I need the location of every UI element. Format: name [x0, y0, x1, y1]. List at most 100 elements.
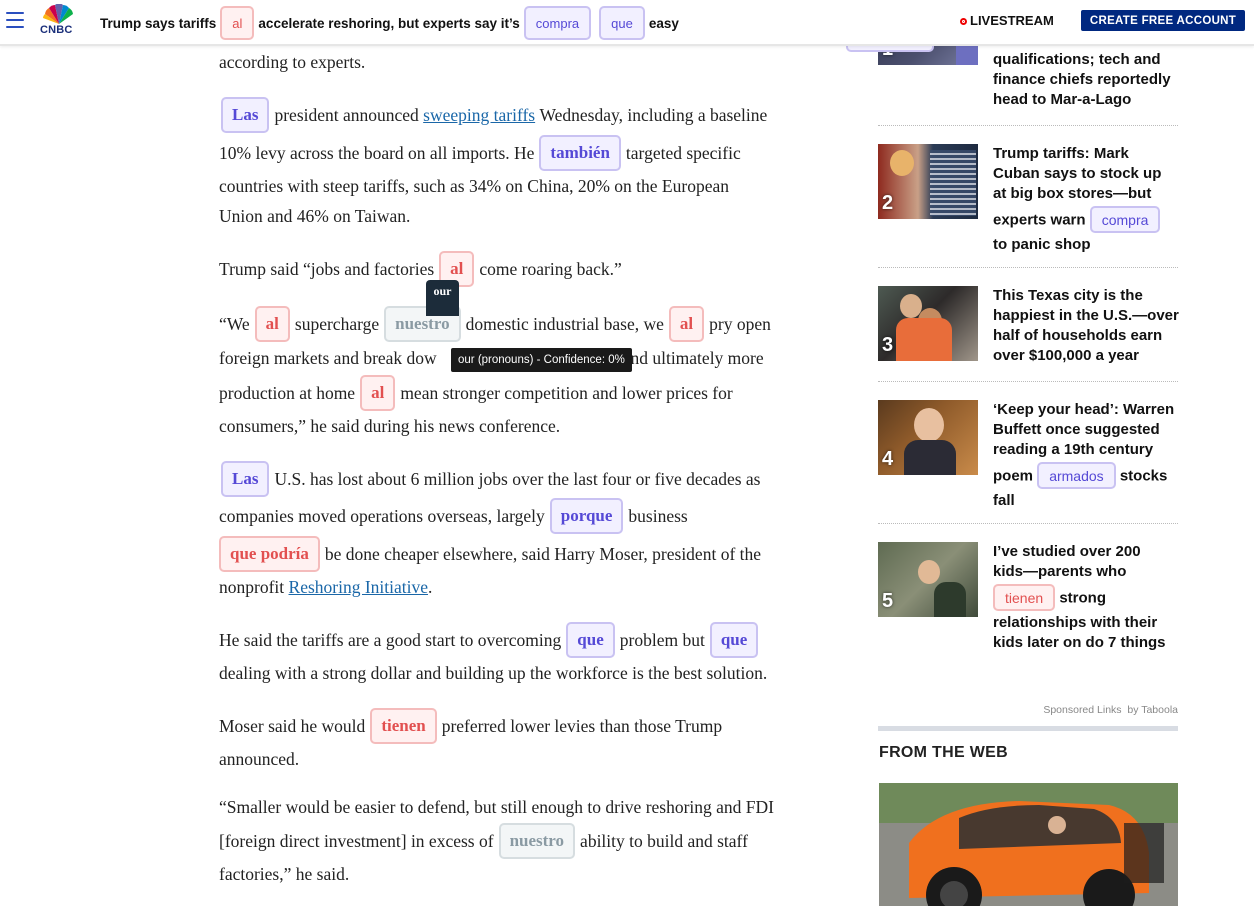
- article-text: preferred lower levies than those Trump: [441, 715, 723, 736]
- live-dot-icon: [960, 18, 967, 25]
- trending-thumbnail[interactable]: 2: [878, 144, 978, 219]
- taboola-label: by Taboola: [1127, 704, 1178, 716]
- article-line: He said the tariffs are a good start to …: [219, 622, 763, 658]
- divider: [878, 381, 1178, 382]
- article-text: according to experts.: [219, 52, 366, 72]
- title-line: over $100,000 a year: [993, 347, 1139, 364]
- title-line: kids later on do 7 things: [993, 634, 1166, 651]
- headline-text: easy: [648, 15, 679, 31]
- trending-thumbnail[interactable]: 4: [878, 400, 978, 475]
- article-text: mean stronger competition and lower pric…: [400, 382, 733, 403]
- article-line: companies moved operations overseas, lar…: [219, 498, 688, 534]
- trending-title[interactable]: This Texas city is the happiest in the U…: [993, 286, 1183, 366]
- translation-chip[interactable]: al: [220, 6, 255, 40]
- title-line: poem: [993, 467, 1034, 485]
- translation-chip[interactable]: también: [539, 135, 621, 171]
- article-line: Trump said “jobs and factories al come r…: [219, 251, 622, 287]
- trending-title[interactable]: Trump tariffs: Mark Cuban says to stock …: [993, 144, 1183, 255]
- translation-chip[interactable]: porque: [549, 498, 624, 534]
- menu-icon[interactable]: [6, 12, 24, 33]
- trending-title[interactable]: I’ve studied over 200 kids—parents who t…: [993, 542, 1183, 653]
- rank-number: 2: [882, 192, 894, 214]
- translation-chip[interactable]: Las: [221, 97, 270, 133]
- translation-chip[interactable]: que: [709, 622, 759, 658]
- divider: [878, 523, 1178, 524]
- title-line: half of households earn: [993, 327, 1163, 344]
- article-text: Trump said “jobs and factories: [219, 258, 435, 279]
- article-line: according to experts.: [219, 52, 365, 73]
- livestream-link[interactable]: LIVESTREAM: [960, 13, 1054, 28]
- article-text: .: [428, 577, 433, 597]
- trending-thumbnail[interactable]: 5: [878, 542, 978, 617]
- article-line: dealing with a strong dollar and buildin…: [219, 663, 767, 684]
- car-illustration: [879, 783, 1178, 906]
- title-line: I’ve studied over 200: [993, 543, 1141, 560]
- title-line: Trump tariffs: Mark: [993, 145, 1129, 162]
- rank-number: 4: [882, 448, 894, 470]
- article-text: domestic industrial base, we: [465, 313, 664, 334]
- translation-chip[interactable]: al: [668, 306, 705, 342]
- reshoring-initiative-link[interactable]: Reshoring Initiative: [289, 577, 429, 598]
- translation-chip[interactable]: tienen: [370, 708, 437, 744]
- article-text: problem but: [619, 629, 705, 650]
- title-line: stocks: [1119, 467, 1168, 485]
- title-line: qualifications; tech and: [993, 51, 1161, 68]
- article-text: president announced: [274, 104, 419, 125]
- title-line: fall: [993, 492, 1015, 509]
- divider: [878, 125, 1178, 126]
- create-account-button[interactable]: CREATE FREE ACCOUNT: [1081, 10, 1245, 31]
- article-text: dealing with a strong dollar and buildin…: [219, 663, 768, 683]
- headline-text: accelerate reshoring, but experts say it…: [258, 15, 520, 31]
- translation-chip[interactable]: al: [360, 375, 396, 411]
- article-text: “We: [219, 313, 250, 334]
- translation-chip[interactable]: que: [566, 622, 615, 658]
- article-text: and ultimately more: [622, 348, 764, 368]
- article-text: countries with steep tariffs, such as 34…: [219, 176, 729, 196]
- promo-image[interactable]: [879, 783, 1178, 906]
- translation-chip[interactable]: Las: [221, 461, 270, 497]
- sponsored-links[interactable]: Sponsored Links by Taboola: [1028, 704, 1178, 716]
- article-text: companies moved operations overseas, lar…: [219, 505, 545, 526]
- article-line: que podría be done cheaper elsewhere, sa…: [214, 536, 761, 572]
- translation-chip[interactable]: compra: [1089, 206, 1161, 233]
- translation-chip[interactable]: armados: [1037, 462, 1116, 489]
- headline-text: Trump says tariffs: [100, 15, 217, 31]
- article-text: Union and 46% on Taiwan.: [219, 206, 411, 226]
- article-line: Las president announced sweeping tariffs…: [216, 97, 767, 133]
- article-line: [foreign direct investment] in excess of…: [219, 823, 748, 859]
- translation-chip[interactable]: que podría: [219, 536, 320, 572]
- sponsored-label: Sponsored Links: [1043, 704, 1122, 716]
- article-line: Moser said he would tienen preferred low…: [219, 708, 722, 744]
- title-line: Cuban says to stock up: [993, 165, 1162, 182]
- article-text: pry open: [709, 313, 771, 334]
- section-rule: [878, 726, 1178, 731]
- translation-chip[interactable]: nuestro: [498, 823, 576, 859]
- header-headline[interactable]: Trump says tariffs al accelerate reshori…: [96, 5, 683, 41]
- logo-text: CNBC: [40, 24, 73, 36]
- cnbc-logo[interactable]: CNBC: [39, 4, 79, 38]
- article-text: factories,” he said.: [219, 864, 350, 884]
- rank-number: 3: [882, 334, 894, 356]
- translation-chip[interactable]: al: [254, 306, 290, 342]
- article-text: consumers,” he said during his news conf…: [219, 416, 561, 436]
- article-line: countries with steep tariffs, such as 34…: [219, 176, 729, 197]
- article-text: announced.: [219, 749, 300, 769]
- sweeping-tariffs-link[interactable]: sweeping tariffs: [423, 105, 535, 126]
- article-line: production at home al mean stronger comp…: [219, 375, 733, 411]
- translation-chip[interactable]: que: [599, 6, 645, 40]
- article-line: “We al supercharge nuestro domestic indu…: [219, 306, 771, 342]
- translation-chip[interactable]: compra: [523, 6, 592, 40]
- article-text: Wednesday, including a baseline: [539, 104, 768, 125]
- title-line: to panic shop: [993, 236, 1091, 253]
- title-line: head to Mar-a-Lago: [993, 91, 1132, 108]
- title-line: Buffett once suggested: [993, 421, 1160, 438]
- translation-chip[interactable]: tienen: [993, 584, 1056, 611]
- trending-thumbnail[interactable]: 3: [878, 286, 978, 361]
- trending-title[interactable]: qualifications; tech and finance chiefs …: [993, 50, 1183, 110]
- rank-number: 5: [882, 590, 894, 612]
- top-bar: CNBC Trump says tariffs al accelerate re…: [0, 0, 1254, 46]
- article-line: factories,” he said.: [219, 864, 349, 885]
- article-text: business: [628, 505, 688, 526]
- trending-title[interactable]: ‘Keep your head’: Warren Buffett once su…: [993, 400, 1183, 511]
- article-text: nonprofit: [219, 577, 285, 597]
